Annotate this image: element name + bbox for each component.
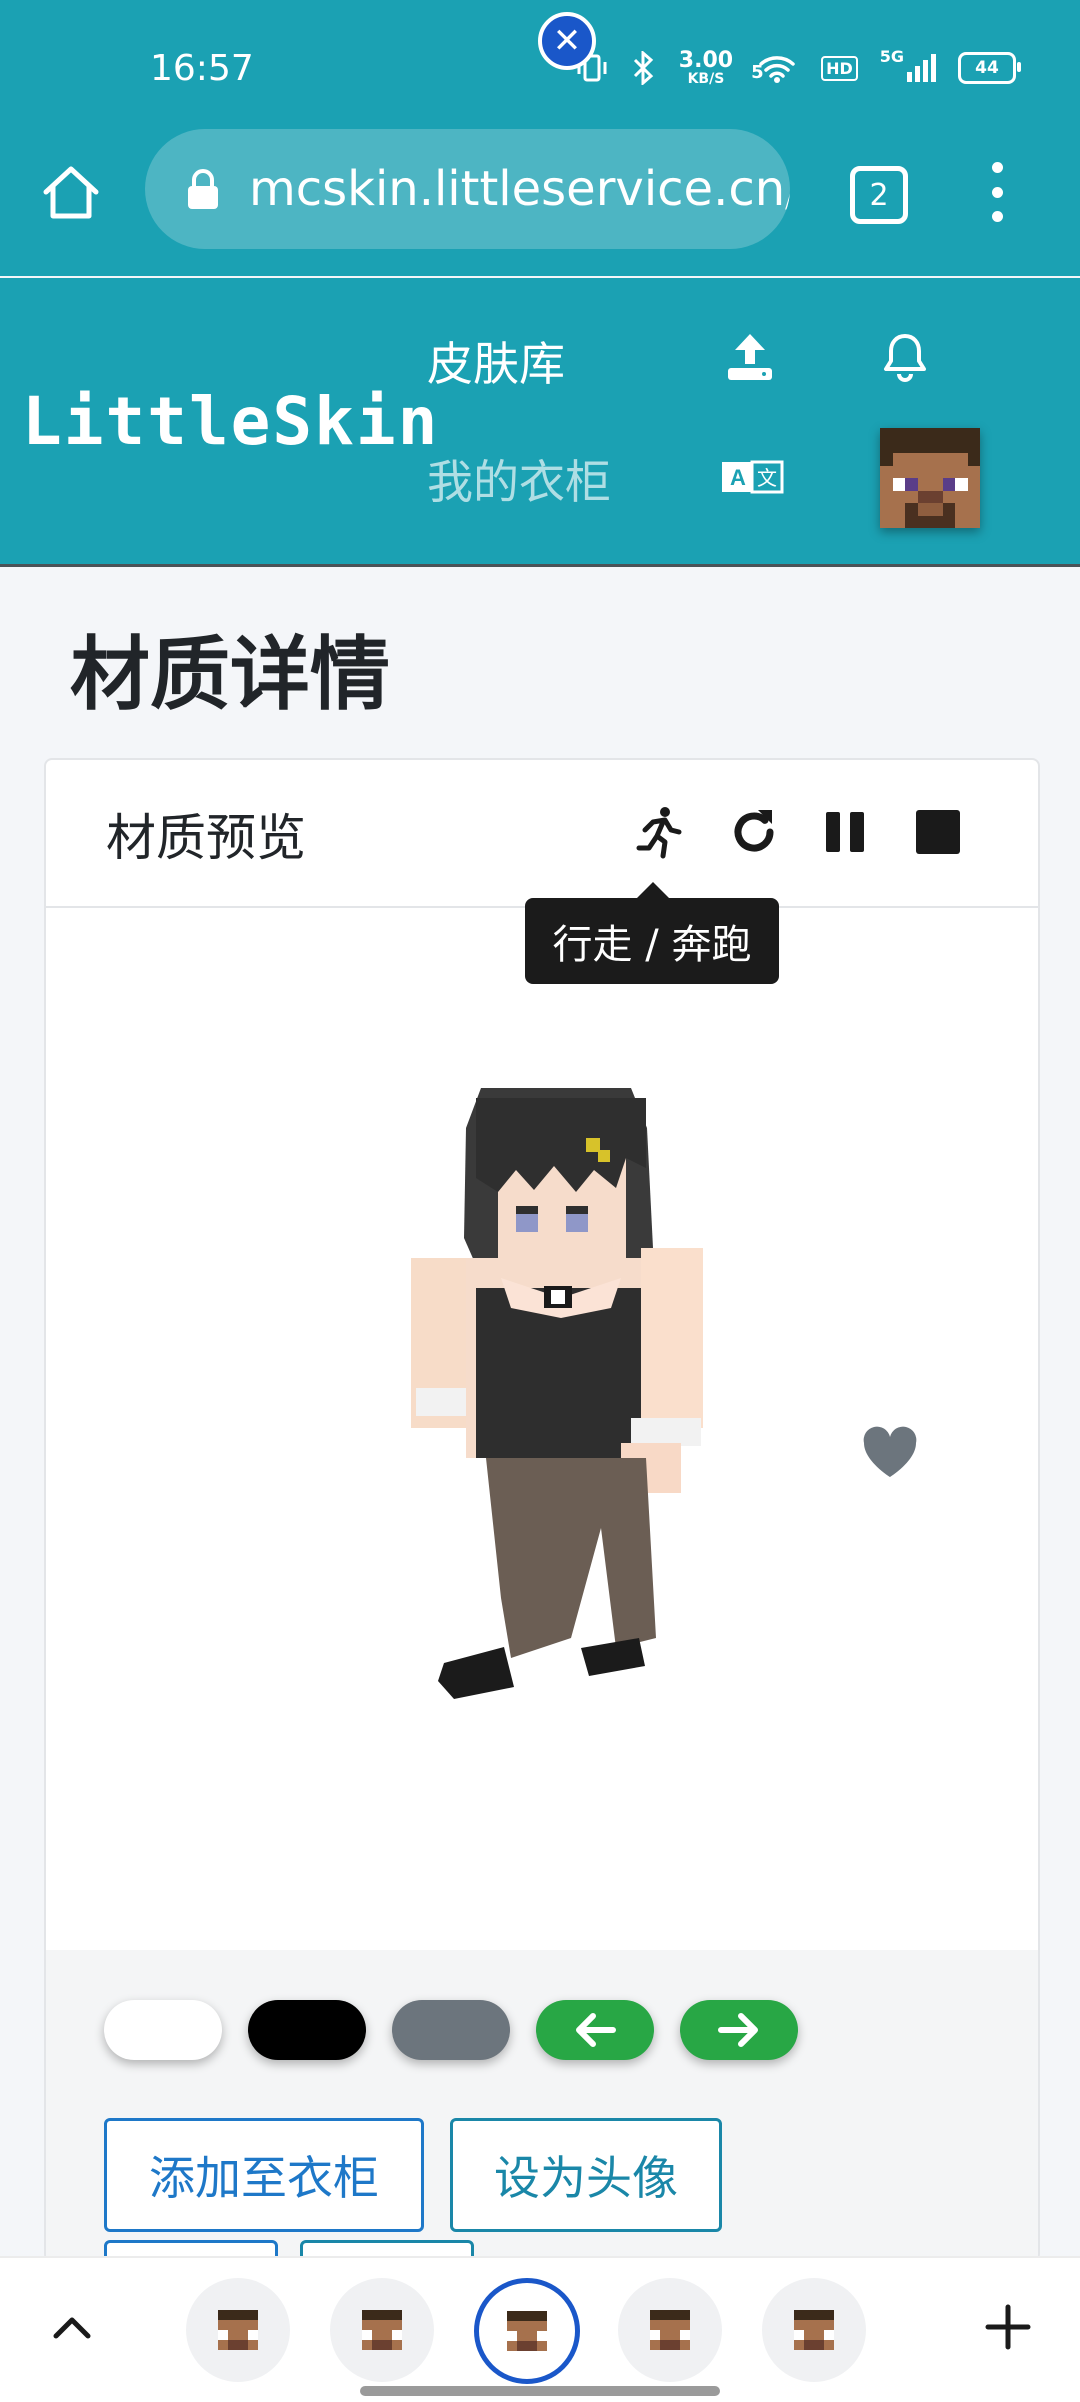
tab-thumbnail[interactable] bbox=[330, 2278, 434, 2382]
network-speed: 3.00 KB/S bbox=[678, 48, 734, 87]
chevron-up-icon[interactable] bbox=[50, 2312, 94, 2342]
tab-thumbnail[interactable] bbox=[762, 2278, 866, 2382]
lock-icon[interactable] bbox=[185, 167, 221, 211]
new-tab-icon[interactable] bbox=[985, 2304, 1031, 2350]
tab-favicon bbox=[507, 2311, 547, 2351]
tab-favicon bbox=[362, 2310, 402, 2350]
gesture-bar bbox=[360, 2386, 720, 2396]
tab-thumbnail[interactable] bbox=[186, 2278, 290, 2382]
background-color-option[interactable] bbox=[104, 2000, 222, 2060]
more-options-icon[interactable] bbox=[985, 162, 1009, 222]
hd-icon: HD bbox=[821, 55, 858, 81]
site-logo[interactable]: LittleSkin bbox=[22, 383, 439, 460]
tab-strip bbox=[0, 2256, 1080, 2402]
user-avatar[interactable] bbox=[880, 428, 980, 528]
network-speed-unit: KB/S bbox=[687, 71, 725, 87]
pause-icon[interactable] bbox=[818, 804, 874, 860]
nav-link-closet[interactable]: 我的衣柜 bbox=[427, 446, 611, 512]
nav-link-skinlib[interactable]: 皮肤库 bbox=[427, 328, 565, 394]
tab-favicon bbox=[218, 2310, 258, 2350]
bell-icon[interactable] bbox=[875, 328, 935, 388]
translate-icon[interactable]: A文 bbox=[720, 448, 784, 508]
tab-thumbnail[interactable] bbox=[618, 2278, 722, 2382]
add-to-closet-button[interactable]: 添加至衣柜 bbox=[104, 2118, 424, 2232]
tab-thumbnail[interactable] bbox=[474, 2278, 580, 2384]
upload-icon[interactable] bbox=[720, 328, 780, 388]
browser-toolbar: mcskin.littleservice.cn/s 2 bbox=[0, 126, 1080, 276]
home-icon[interactable] bbox=[38, 160, 104, 226]
site-navbar: LittleSkin 皮肤库 我的衣柜 A文 bbox=[0, 278, 1080, 567]
bluetooth-icon bbox=[631, 51, 657, 85]
skin-3d-viewer[interactable] bbox=[46, 908, 1038, 1908]
heart-icon[interactable] bbox=[860, 1425, 920, 1481]
card-title: 材质预览 bbox=[106, 809, 306, 867]
wifi-icon: 5 bbox=[751, 52, 799, 84]
rotate-icon[interactable] bbox=[726, 804, 782, 860]
status-icons: 3.00 KB/S 5 HD 5G 44 bbox=[575, 47, 1021, 87]
status-time: 16:57 bbox=[150, 48, 254, 89]
mobile-signal-icon: 5G bbox=[880, 47, 936, 82]
background-color-option[interactable] bbox=[392, 2000, 510, 2060]
wifi-label: 5 bbox=[751, 62, 764, 83]
walk-run-tooltip: 行走 / 奔跑 bbox=[525, 882, 779, 984]
tab-count: 2 bbox=[869, 177, 889, 213]
tab-favicon bbox=[794, 2310, 834, 2350]
stop-icon[interactable] bbox=[910, 804, 966, 860]
card-header: 材质预览 bbox=[46, 760, 1038, 908]
network-speed-value: 3.00 bbox=[678, 48, 734, 73]
page-title: 材质详情 bbox=[70, 628, 390, 721]
skin-model[interactable] bbox=[406, 1088, 706, 1732]
card-footer: 添加至衣柜 设为头像 bbox=[46, 1950, 1038, 2260]
address-bar[interactable]: mcskin.littleservice.cn/s bbox=[145, 129, 790, 249]
battery-icon: 44 bbox=[958, 52, 1021, 84]
tab-favicon bbox=[650, 2310, 690, 2350]
svg-text:A: A bbox=[730, 465, 746, 490]
set-avatar-button[interactable]: 设为头像 bbox=[450, 2118, 722, 2232]
arrow-left-icon[interactable] bbox=[536, 2000, 654, 2060]
battery-level: 44 bbox=[975, 58, 999, 78]
mobile-label: 5G bbox=[879, 47, 904, 66]
status-bar: 16:57 3.00 KB/S 5 HD 5G 44 bbox=[0, 0, 1080, 126]
svg-text:文: 文 bbox=[757, 466, 777, 490]
close-tab-icon[interactable]: ✕ bbox=[538, 12, 596, 70]
walk-run-icon[interactable] bbox=[631, 804, 687, 860]
arrow-right-icon[interactable] bbox=[680, 2000, 798, 2060]
tab-switcher-button[interactable]: 2 bbox=[850, 166, 908, 224]
background-color-option[interactable] bbox=[248, 2000, 366, 2060]
url-text[interactable]: mcskin.littleservice.cn/s bbox=[249, 161, 790, 217]
